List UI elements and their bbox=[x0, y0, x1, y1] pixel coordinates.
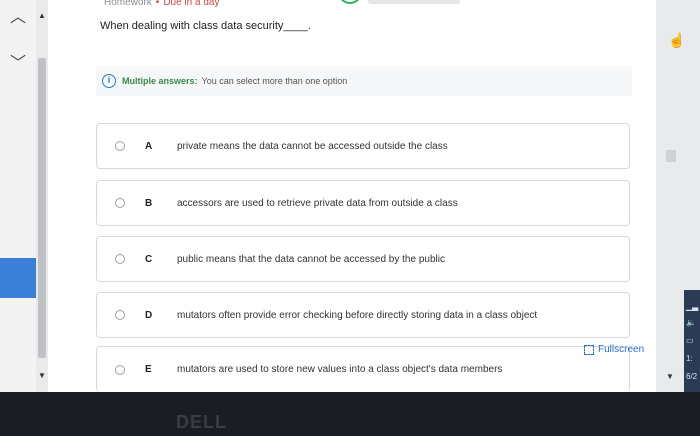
breadcrumb: Homework • Due in a day bbox=[104, 0, 219, 8]
info-banner: i Multiple answers: You can select more … bbox=[96, 66, 632, 96]
collapse-up-icon[interactable]: ︿ bbox=[6, 6, 30, 30]
volume-icon[interactable]: 🔈 bbox=[686, 318, 696, 327]
info-icon: i bbox=[102, 74, 116, 88]
radio-icon[interactable] bbox=[115, 198, 125, 208]
question-text: When dealing with class data security___… bbox=[100, 20, 311, 32]
rail-highlight bbox=[0, 258, 36, 298]
scroll-down-icon[interactable]: ▼ bbox=[36, 370, 48, 382]
option-text: public means that the data cannot be acc… bbox=[177, 253, 445, 265]
option-letter: E bbox=[145, 364, 152, 375]
option-d[interactable]: D mutators often provide error checking … bbox=[96, 292, 630, 338]
hand-cursor-icon: ☝ bbox=[668, 32, 686, 48]
radio-icon[interactable] bbox=[115, 310, 125, 320]
option-b[interactable]: B accessors are used to retrieve private… bbox=[96, 180, 630, 226]
option-letter: B bbox=[145, 197, 153, 209]
battery-icon: ▭ bbox=[686, 336, 694, 345]
option-text: accessors are used to retrieve private d… bbox=[177, 197, 458, 209]
progress-bar bbox=[368, 0, 460, 4]
dell-logo: DELL bbox=[176, 412, 227, 432]
info-label: Multiple answers: bbox=[122, 76, 198, 86]
radio-icon[interactable] bbox=[115, 364, 125, 375]
signal-icon: ▁▃ bbox=[686, 302, 699, 311]
right-scrollbar-thumb[interactable] bbox=[666, 150, 676, 162]
breadcrumb-homework[interactable]: Homework bbox=[104, 0, 152, 8]
option-text: private means the data cannot be accesse… bbox=[177, 140, 448, 152]
taskbar-time: 1: bbox=[686, 354, 693, 363]
radio-icon[interactable] bbox=[115, 141, 125, 151]
option-c[interactable]: C public means that the data cannot be a… bbox=[96, 236, 630, 282]
option-letter: D bbox=[145, 309, 153, 321]
option-text: mutators often provide error checking be… bbox=[177, 309, 538, 321]
info-text: You can select more than one option bbox=[201, 76, 348, 86]
fullscreen-button[interactable]: Fullscreen bbox=[584, 344, 644, 355]
fullscreen-icon bbox=[584, 344, 594, 355]
option-letter: C bbox=[145, 253, 153, 265]
scroll-up-icon[interactable]: ▲ bbox=[36, 10, 48, 22]
screen: ︿ ﹀ ▲ ▼ Homework • Due in a day When deali… bbox=[0, 0, 700, 392]
due-status: Due in a day bbox=[163, 0, 220, 8]
option-a[interactable]: A private means the data cannot be acces… bbox=[96, 123, 630, 169]
radio-icon[interactable] bbox=[115, 254, 125, 264]
option-e[interactable]: E mutators are used to store new values … bbox=[96, 346, 630, 392]
option-letter: A bbox=[145, 140, 153, 152]
left-rail: ︿ ﹀ bbox=[0, 0, 36, 392]
fullscreen-label: Fullscreen bbox=[598, 344, 645, 355]
expand-down-icon[interactable]: ﹀ bbox=[6, 52, 30, 76]
separator-dot: • bbox=[155, 0, 160, 8]
option-text: mutators are used to store new values in… bbox=[177, 364, 503, 375]
left-scrollbar[interactable] bbox=[38, 58, 46, 358]
scroll-down-icon[interactable]: ▼ bbox=[666, 372, 674, 381]
taskbar-date: 6/2 bbox=[686, 372, 698, 381]
taskbar: ▁▃ 🔈 ▭ 1: 6/2 bbox=[684, 290, 700, 392]
